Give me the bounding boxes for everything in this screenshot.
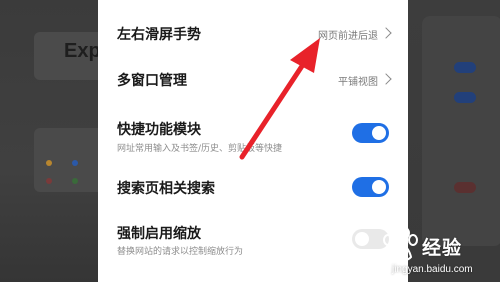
paw-logo-icon: [383, 227, 418, 262]
watermark-brand: 经验: [422, 237, 463, 259]
annotation-arrow-head: [290, 38, 320, 73]
baidu-jingyan-watermark: 经验 jingyan.baidu.com: [372, 225, 500, 282]
watermark-url: jingyan.baidu.com: [392, 264, 473, 275]
annotation-arrow-shaft: [239, 60, 307, 160]
